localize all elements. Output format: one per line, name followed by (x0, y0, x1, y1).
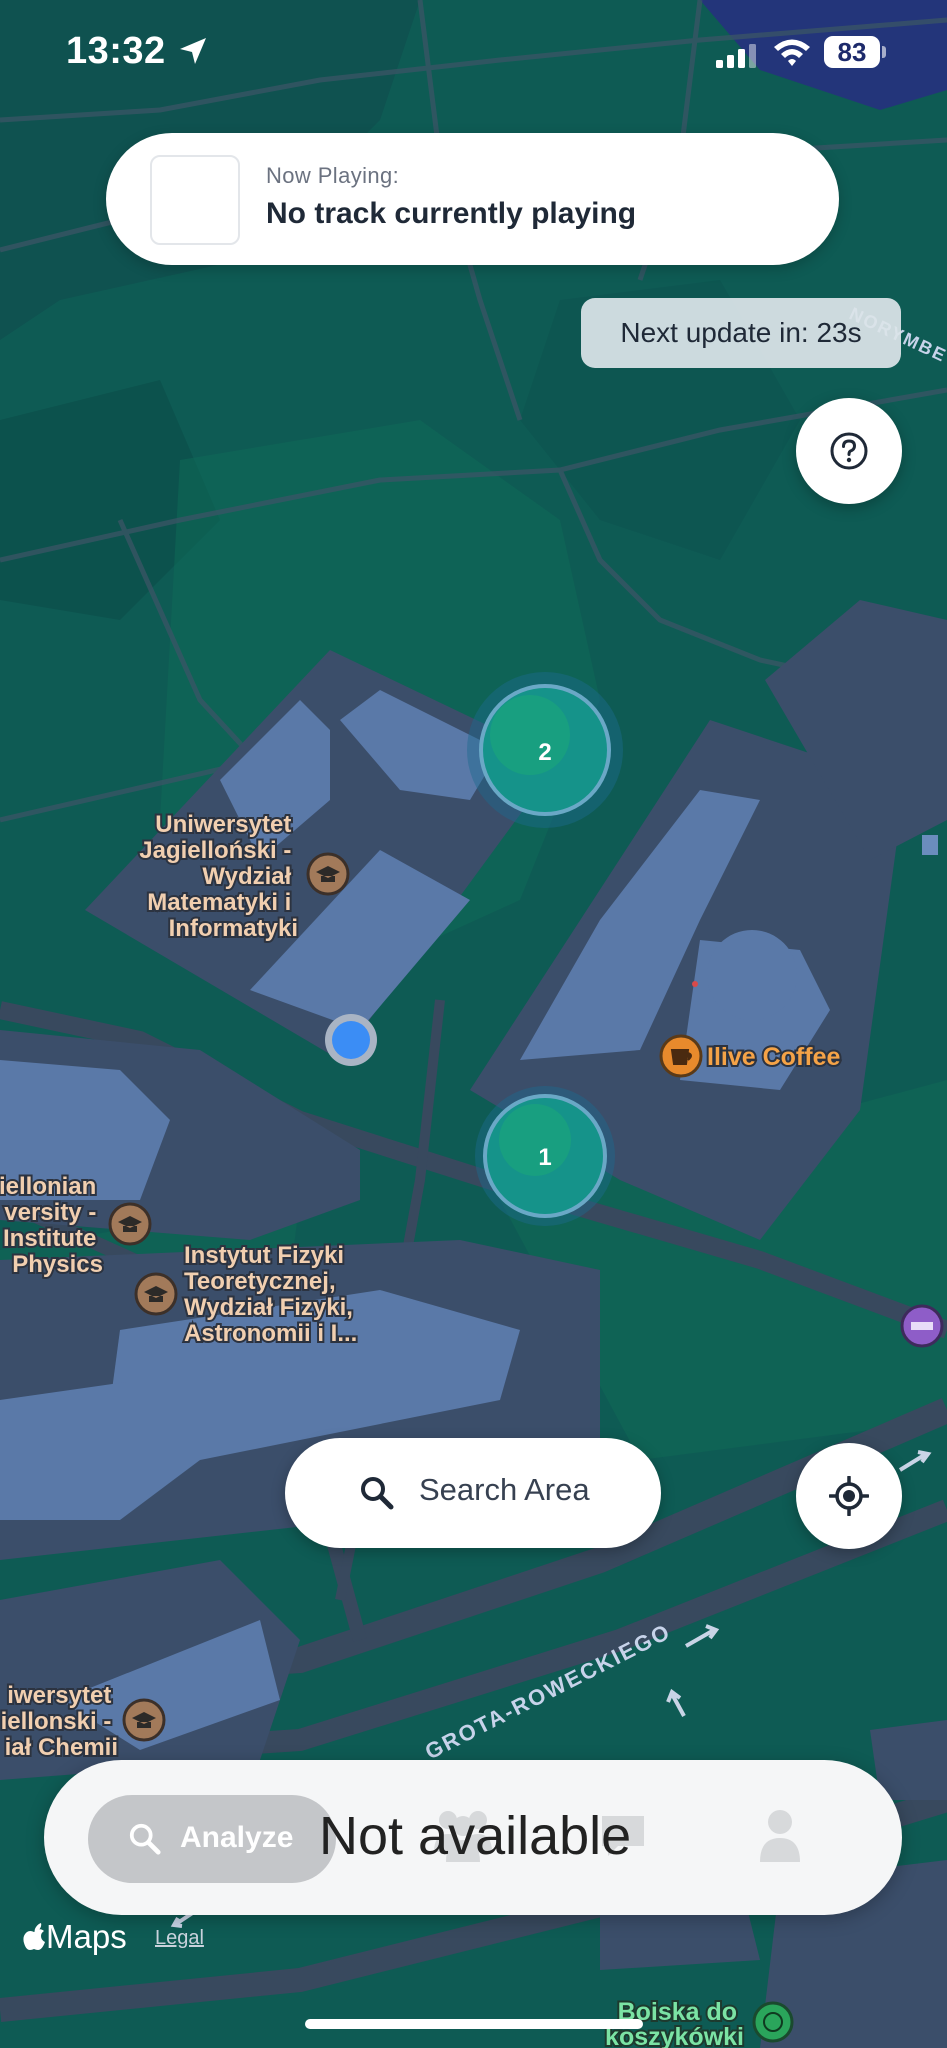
cluster-marker-2[interactable]: 2 (467, 672, 623, 828)
apple-maps-logo: Maps (22, 1918, 127, 1956)
user-location-dot (325, 1014, 377, 1066)
svg-text:iwersytet iellonski -: iwersytet iellonski - iał Chemii (1, 1682, 118, 1761)
help-button[interactable] (796, 398, 902, 504)
search-area-button[interactable]: Search Area (285, 1438, 661, 1548)
svg-text:Ilive Coffee: Ilive Coffee (707, 1043, 840, 1071)
now-playing-label: Now Playing: (266, 163, 400, 188)
home-indicator[interactable] (305, 2019, 643, 2029)
crosshair-icon (829, 1476, 869, 1516)
status-bar: 13:32 83 (0, 0, 947, 110)
svg-text:iellonian versity -: iellonian versity - Institute Physics (0, 1173, 103, 1278)
cluster-count: 2 (538, 739, 551, 766)
not-available-overlay: Not available (319, 1806, 632, 1866)
profile-icon[interactable] (758, 1808, 802, 1864)
search-icon (361, 1477, 394, 1510)
cellular-signal-icon (716, 44, 756, 68)
now-playing-card[interactable]: Now Playing: No track currently playing (106, 133, 839, 265)
svg-text:Instytut Fizyki Teoretyc: Instytut Fizyki Teoretycznej, Wydział Fi… (184, 1242, 360, 1347)
battery-tip (882, 46, 886, 58)
center-location-button[interactable] (796, 1443, 902, 1549)
search-area-label: Search Area (419, 1472, 590, 1507)
location-arrow-icon (180, 38, 206, 64)
maps-wordmark: Maps (46, 1918, 127, 1955)
search-icon (129, 1823, 161, 1855)
status-time: 13:32 (66, 30, 166, 72)
album-art-placeholder (150, 155, 240, 245)
apple-logo-icon (23, 1923, 45, 1950)
tab-analyze[interactable]: Analyze (88, 1795, 336, 1883)
now-playing-title: No track currently playing (266, 197, 637, 230)
cluster-marker-1[interactable]: 1 (475, 1086, 615, 1226)
wifi-icon (774, 39, 810, 66)
legal-link[interactable]: Legal (155, 1927, 204, 1950)
tab-analyze-label: Analyze (180, 1821, 294, 1854)
battery-indicator: 83 (824, 36, 880, 68)
bottom-tab-bar: Analyze Not available (44, 1760, 902, 1915)
cluster-count: 1 (538, 1144, 551, 1171)
next-update-indicator: Next update in: 23s (581, 298, 901, 368)
hotel-icon[interactable] (900, 1304, 944, 1348)
question-mark-icon (830, 432, 868, 470)
